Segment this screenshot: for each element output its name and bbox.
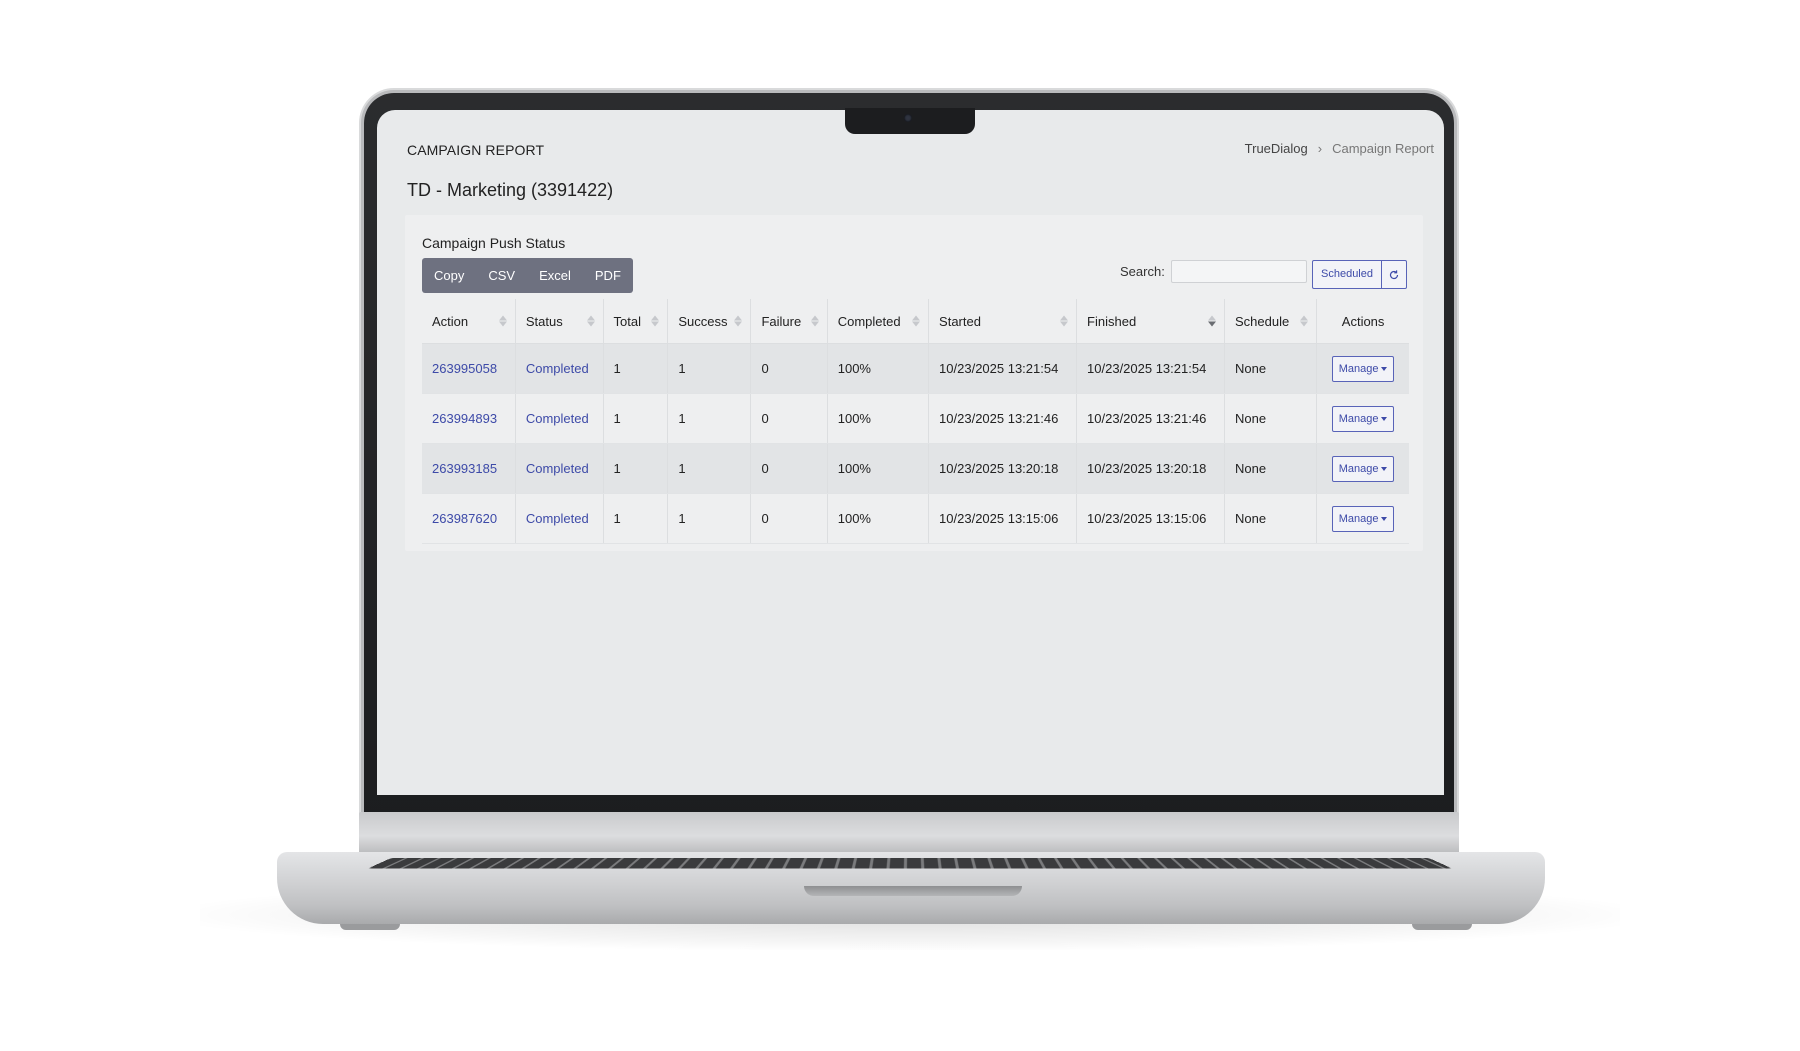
webcam-icon	[904, 114, 912, 122]
panel-title: Campaign Push Status	[422, 235, 566, 251]
breadcrumb-current: Campaign Report	[1332, 141, 1434, 156]
page-heading: CAMPAIGN REPORT	[407, 142, 545, 158]
campaign-push-status-panel: Campaign Push Status Copy CSV Excel PDF …	[405, 215, 1423, 551]
finished-cell: 10/23/2025 13:15:06	[1076, 493, 1226, 544]
sort-icon	[498, 315, 507, 327]
caret-down-icon	[1381, 466, 1388, 471]
search-area: Search:	[1120, 260, 1307, 283]
column-header-success[interactable]: Success	[667, 299, 752, 344]
laptop-foot-left	[340, 924, 400, 930]
total-cell: 1	[603, 393, 669, 444]
completed-cell: 100%	[827, 443, 930, 494]
sort-icon	[651, 315, 660, 327]
column-header-completed[interactable]: Completed	[827, 299, 930, 344]
copy-button[interactable]: Copy	[422, 258, 476, 293]
failure-cell: 0	[750, 493, 828, 544]
column-header-schedule[interactable]: Schedule	[1224, 299, 1318, 344]
sort-icon	[912, 315, 921, 327]
total-cell: 1	[603, 343, 669, 394]
laptop-screen: CAMPAIGN REPORT TrueDialog › Campaign Re…	[377, 110, 1444, 795]
status-link[interactable]: Completed	[526, 511, 589, 526]
column-header-status[interactable]: Status	[515, 299, 604, 344]
column-header-total[interactable]: Total	[603, 299, 669, 344]
schedule-cell: None	[1224, 393, 1318, 444]
status-link[interactable]: Completed	[526, 461, 589, 476]
success-cell: 1	[667, 343, 752, 394]
schedule-cell: None	[1224, 443, 1318, 494]
started-cell: 10/23/2025 13:20:18	[928, 443, 1078, 494]
breadcrumb-root[interactable]: TrueDialog	[1245, 141, 1308, 156]
status-link[interactable]: Completed	[526, 361, 589, 376]
finished-cell: 10/23/2025 13:21:46	[1076, 393, 1226, 444]
laptop-foot-right	[1412, 924, 1472, 930]
laptop-bezel-bottom	[359, 812, 1459, 852]
action-id-link[interactable]: 263995058	[432, 361, 497, 376]
column-header-actions: Actions	[1316, 299, 1409, 344]
sort-icon	[1300, 315, 1309, 327]
sort-desc-icon	[1208, 315, 1217, 327]
finished-cell: 10/23/2025 13:21:54	[1076, 343, 1226, 394]
sort-icon	[734, 315, 743, 327]
started-cell: 10/23/2025 13:21:46	[928, 393, 1078, 444]
table-row: 263987620 Completed 1 1 0 100% 10/23/202…	[422, 493, 1409, 544]
failure-cell: 0	[750, 393, 828, 444]
column-header-failure[interactable]: Failure	[750, 299, 828, 344]
success-cell: 1	[667, 443, 752, 494]
campaign-push-table: Action Status Total Success Failure Comp…	[422, 299, 1409, 544]
success-cell: 1	[667, 393, 752, 444]
sort-icon	[586, 315, 595, 327]
sort-icon	[810, 315, 819, 327]
column-header-action[interactable]: Action	[422, 299, 516, 344]
schedule-cell: None	[1224, 493, 1318, 544]
search-label: Search:	[1120, 264, 1165, 279]
table-row: 263994893 Completed 1 1 0 100% 10/23/202…	[422, 393, 1409, 444]
started-cell: 10/23/2025 13:21:54	[928, 343, 1078, 394]
column-header-started[interactable]: Started	[928, 299, 1078, 344]
scheduled-button[interactable]: Scheduled	[1313, 261, 1382, 288]
failure-cell: 0	[750, 443, 828, 494]
status-link[interactable]: Completed	[526, 411, 589, 426]
refresh-icon[interactable]	[1382, 261, 1406, 288]
completed-cell: 100%	[827, 393, 930, 444]
table-header-row: Action Status Total Success Failure Comp…	[422, 299, 1409, 344]
export-button-group: Copy CSV Excel PDF	[422, 258, 633, 293]
manage-dropdown-button[interactable]: Manage	[1331, 455, 1395, 482]
finished-cell: 10/23/2025 13:20:18	[1076, 443, 1226, 494]
breadcrumb: TrueDialog › Campaign Report	[1245, 141, 1434, 156]
success-cell: 1	[667, 493, 752, 544]
failure-cell: 0	[750, 343, 828, 394]
manage-dropdown-button[interactable]: Manage	[1331, 355, 1395, 382]
csv-button[interactable]: CSV	[476, 258, 527, 293]
pdf-button[interactable]: PDF	[583, 258, 633, 293]
campaign-title: TD - Marketing (3391422)	[407, 180, 614, 200]
breadcrumb-separator: ›	[1317, 141, 1323, 156]
action-id-link[interactable]: 263993185	[432, 461, 497, 476]
manage-dropdown-button[interactable]: Manage	[1331, 405, 1395, 432]
total-cell: 1	[603, 493, 669, 544]
manage-dropdown-button[interactable]: Manage	[1331, 505, 1395, 532]
completed-cell: 100%	[827, 343, 930, 394]
total-cell: 1	[603, 443, 669, 494]
caret-down-icon	[1381, 366, 1388, 371]
started-cell: 10/23/2025 13:15:06	[928, 493, 1078, 544]
action-id-link[interactable]: 263994893	[432, 411, 497, 426]
schedule-cell: None	[1224, 343, 1318, 394]
table-row: 263995058 Completed 1 1 0 100% 10/23/202…	[422, 343, 1409, 394]
search-input[interactable]	[1170, 260, 1307, 283]
excel-button[interactable]: Excel	[527, 258, 583, 293]
trackpad-notch	[804, 886, 1022, 896]
column-header-finished[interactable]: Finished	[1076, 299, 1226, 344]
sort-icon	[1060, 315, 1069, 327]
laptop-keyboard	[367, 857, 1453, 869]
camera-notch	[845, 108, 975, 134]
schedule-controls: Scheduled	[1312, 260, 1407, 289]
table-row: 263993185 Completed 1 1 0 100% 10/23/202…	[422, 443, 1409, 494]
caret-down-icon	[1381, 516, 1388, 521]
caret-down-icon	[1381, 416, 1388, 421]
completed-cell: 100%	[827, 493, 930, 544]
action-id-link[interactable]: 263987620	[432, 511, 497, 526]
